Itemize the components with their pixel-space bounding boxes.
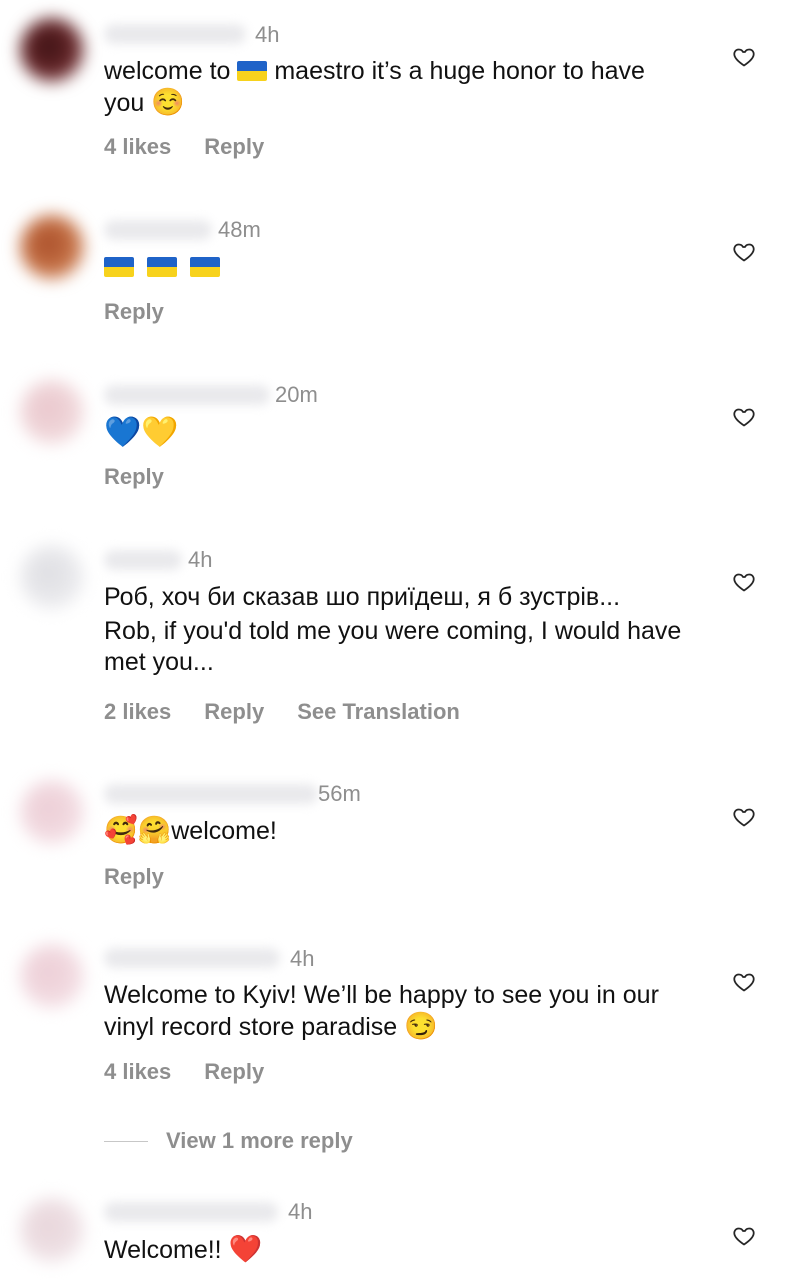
ukraine-flag-icon [237,61,268,81]
heart-outline-icon[interactable] [732,405,756,429]
reply-button[interactable]: Reply [204,699,264,725]
avatar[interactable] [20,18,84,82]
see-translation-button[interactable]: See Translation [297,699,460,725]
heart-outline-icon[interactable] [732,970,756,994]
comment-time: 20m [275,382,318,407]
username-blurred[interactable] [104,385,270,405]
reply-button[interactable]: Reply [104,464,164,490]
avatar[interactable] [20,380,84,444]
reply-button[interactable]: Reply [104,864,164,890]
reply-button[interactable]: Reply [204,1059,264,1085]
reply-button[interactable]: Reply [204,134,264,160]
heart-outline-icon[interactable] [732,805,756,829]
comment-text: Welcome to Kyiv! We’ll be happy to see y… [104,981,659,1041]
reply-button[interactable]: Reply [104,299,164,325]
comment-time: 56m [318,781,361,806]
username-blurred[interactable] [104,550,182,570]
ukraine-flag-icon [104,257,134,277]
avatar[interactable] [20,545,84,609]
comment-actions: Reply [104,864,164,890]
avatar[interactable] [20,1198,84,1262]
comment-text: Welcome!! ❤️ [104,1234,263,1264]
comment-text: 🥰🤗welcome! [104,815,277,845]
comment-actions: Reply [104,299,164,325]
heart-outline-icon[interactable] [732,1224,756,1248]
heart-outline-icon[interactable] [732,240,756,264]
comment-actions: Reply [104,464,164,490]
avatar[interactable] [20,780,84,844]
smirking-face-emoji: 😏 [404,1011,438,1041]
comment-time: 4h [288,1199,313,1224]
username-blurred[interactable] [104,1202,278,1222]
reply-thread-line [104,1140,148,1142]
comment-time: 4h [290,946,315,971]
comment-time: 48m [218,217,261,242]
comment-translated-text: Rob, if you'd told me you were coming, I… [104,617,682,676]
avatar[interactable] [20,215,84,279]
view-more-replies-label: View 1 more reply [166,1128,353,1153]
username-blurred[interactable] [104,948,280,968]
red-heart-emoji: ❤️ [228,1234,263,1264]
comment-actions: 2 likes Reply See Translation [104,699,460,725]
comment-text: Роб, хоч би сказав шо приїдеш, я б зустр… [104,582,704,678]
username-blurred[interactable] [104,784,318,804]
smiling-hug-emoji: 🥰🤗 [104,815,172,845]
view-more-replies-button[interactable]: View 1 more reply [104,1128,353,1154]
smiling-face-emoji: ☺️ [151,87,185,117]
likes-count[interactable]: 2 likes [104,699,171,725]
comment-text [104,252,704,283]
likes-count[interactable]: 4 likes [104,134,171,160]
likes-count[interactable]: 4 likes [104,1059,171,1085]
comment-time: 4h [188,547,213,572]
heart-outline-icon[interactable] [732,570,756,594]
comment-actions: 4 likes Reply [104,134,264,160]
username-blurred[interactable] [104,220,212,240]
ukraine-flag-icon [146,257,177,277]
comment-text: 💙💛 [104,416,179,449]
heart-outline-icon[interactable] [732,45,756,69]
comment-original-text: Роб, хоч би сказав шо приїдеш, я б зустр… [104,583,621,611]
comment-text: welcome to maestro it’s a huge honor to … [104,57,645,117]
comment-time: 4h [255,22,280,47]
avatar[interactable] [20,944,84,1008]
comment-actions: 4 likes Reply [104,1059,264,1085]
username-blurred[interactable] [104,24,246,44]
ukraine-flag-icon [189,257,220,277]
